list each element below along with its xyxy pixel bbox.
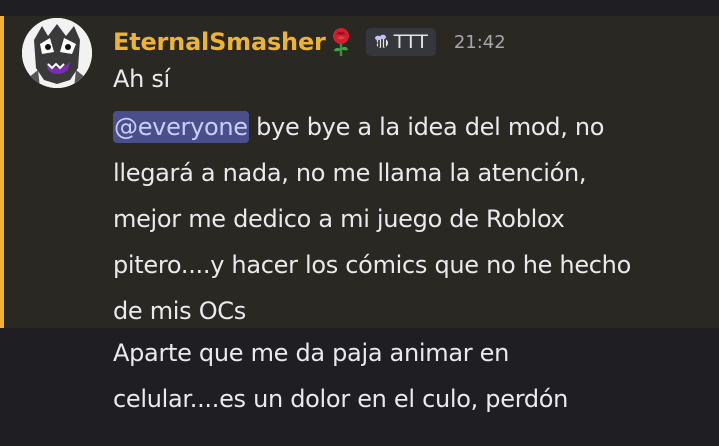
username[interactable]: EternalSmasher	[113, 28, 326, 56]
message-line: @everyone bye bye a la idea del mod, no	[113, 104, 708, 150]
server-tag[interactable]: TTT	[365, 28, 436, 56]
message-line: mejor me dedico a mi juego de Roblox	[113, 205, 565, 233]
everyone-mention[interactable]: @everyone	[113, 111, 249, 143]
message-line: Aparte que me da paja animar en	[113, 339, 510, 367]
mention-accent-bar	[0, 16, 4, 328]
avatar-image	[22, 18, 92, 88]
message-header: EternalSmasher TTT 21:42	[113, 24, 506, 60]
message-line: celular....es un dolor en el culo, perdó…	[113, 385, 569, 413]
message-text: Aparte que me da paja animar en celular.…	[113, 330, 708, 422]
previous-message-edge	[0, 0, 719, 16]
message-line: llegará a nada, no me llama la atención,	[113, 159, 587, 187]
message-line: Ah sí	[113, 65, 170, 93]
message-text: Ah sí	[113, 56, 708, 102]
server-tag-label: TTT	[393, 31, 428, 53]
avatar[interactable]	[22, 18, 92, 88]
message-text-mention: @everyone bye bye a la idea del mod, no …	[113, 104, 708, 334]
timestamp[interactable]: 21:42	[454, 32, 506, 53]
bee-icon	[372, 33, 390, 51]
message-line: pitero....y hacer los cómics que no he h…	[113, 251, 631, 279]
chat-view: EternalSmasher TTT 21:42 Ah sí @everyone…	[0, 0, 719, 446]
rose-icon	[328, 27, 354, 57]
message-line: de mis OCs	[113, 297, 246, 325]
message-line-text: bye bye a la idea del mod, no	[256, 113, 605, 141]
